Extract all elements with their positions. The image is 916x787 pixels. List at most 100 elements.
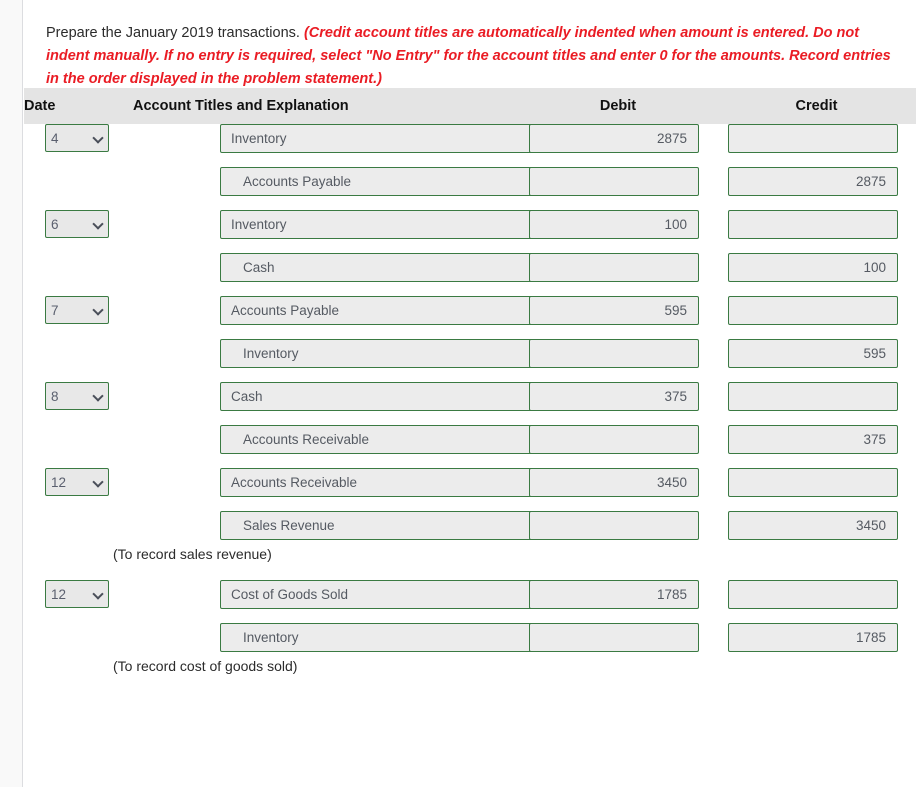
date-select-value: n. 8 [46,388,59,404]
row-spacer [24,153,916,167]
cell-date: n. 8 [24,382,133,411]
entry-spacer [24,196,916,210]
cell-credit: 595 [717,339,916,368]
instructions-paragraph: Prepare the January 2019 transactions. (… [46,22,898,91]
credit-amount-input[interactable] [728,124,898,153]
date-select-value: n. 12 [46,474,67,490]
debit-amount-input[interactable] [529,511,699,540]
cell-account: Accounts Payable [133,167,582,196]
debit-amount-input[interactable] [529,425,699,454]
cell-date [24,339,133,368]
cell-debit [519,339,717,368]
date-select[interactable]: n. 12 [45,580,109,608]
debit-amount-input[interactable] [529,623,699,652]
credit-amount-input[interactable]: 3450 [728,511,898,540]
row-spacer [24,325,916,339]
date-select-value: n. 12 [46,586,67,602]
row-spacer-cell [24,325,916,339]
debit-amount-input[interactable]: 375 [529,382,699,411]
date-select[interactable]: n. 7 [45,296,109,324]
entry-spacer-cell [24,566,916,580]
date-select-value: n. 4 [46,130,59,146]
chevron-down-icon [94,477,104,487]
column-header-debit: Debit [519,88,717,124]
cell-account: Inventory [133,124,582,153]
credit-amount-input[interactable]: 595 [728,339,898,368]
row-spacer-cell [24,239,916,253]
entry-spacer-cell [24,368,916,382]
credit-amount-input[interactable] [728,210,898,239]
cell-debit [519,511,717,540]
row-spacer [24,239,916,253]
table-row: Sales Revenue 3450 [24,511,916,540]
entry-spacer [24,282,916,296]
debit-amount-input[interactable]: 3450 [529,468,699,497]
credit-amount-input[interactable]: 2875 [728,167,898,196]
credit-amount-input[interactable] [728,580,898,609]
table-row: Accounts Payable 2875 [24,167,916,196]
cell-debit [519,167,717,196]
table-header-row: Date Account Titles and Explanation Debi… [24,88,916,124]
table-row: n. 8 Cash375 [24,382,916,411]
cell-account: Inventory [133,210,582,239]
debit-amount-input[interactable]: 1785 [529,580,699,609]
memo-row: (To record sales revenue) [24,540,916,566]
cell-date: n. 4 [24,124,133,153]
chevron-down-icon [94,219,104,229]
cell-credit [717,296,916,325]
date-select[interactable]: n. 6 [45,210,109,238]
cell-account: Sales Revenue [133,511,582,540]
cell-credit: 2875 [717,167,916,196]
table-row: n. 4 Inventory2875 [24,124,916,153]
credit-amount-input[interactable]: 1785 [728,623,898,652]
cell-debit [519,253,717,282]
debit-amount-input[interactable] [529,253,699,282]
credit-amount-input[interactable]: 375 [728,425,898,454]
table-row: n. 6 Inventory100 [24,210,916,239]
cell-credit: 375 [717,425,916,454]
cell-debit: 375 [519,382,717,411]
credit-amount-input[interactable] [728,468,898,497]
cell-credit [717,468,916,497]
row-spacer [24,609,916,623]
cell-memo: (To record cost of goods sold) [24,652,916,678]
cell-credit: 100 [717,253,916,282]
row-spacer-cell [24,153,916,167]
cell-credit: 1785 [717,623,916,652]
entry-spacer [24,368,916,382]
cell-account: Cash [133,253,582,282]
chevron-down-icon [94,133,104,143]
table-header: Date Account Titles and Explanation Debi… [24,88,916,124]
date-select[interactable]: n. 12 [45,468,109,496]
table-row: n. 7 Accounts Payable595 [24,296,916,325]
cell-debit: 100 [519,210,717,239]
cell-credit [717,382,916,411]
credit-amount-input[interactable]: 100 [728,253,898,282]
table-row: Accounts Receivable 375 [24,425,916,454]
debit-amount-input[interactable]: 100 [529,210,699,239]
column-header-account: Account Titles and Explanation [133,88,519,124]
table-body: n. 4Inventory2875Accounts Payable2875n. … [24,124,916,692]
credit-amount-input[interactable] [728,382,898,411]
cell-memo: (To record sales revenue) [24,540,916,566]
memo-text: (To record cost of goods sold) [113,658,298,674]
credit-amount-input[interactable] [728,296,898,325]
chevron-down-icon [94,589,104,599]
debit-amount-input[interactable]: 2875 [529,124,699,153]
table-row: n. 12 Accounts Receivable3450 [24,468,916,497]
table-row: Inventory 1785 [24,623,916,652]
cell-debit [519,425,717,454]
entry-spacer-cell [24,196,916,210]
debit-amount-input[interactable] [529,167,699,196]
journal-entry-table: Date Account Titles and Explanation Debi… [24,88,916,692]
cell-account: Accounts Receivable [133,468,582,497]
chevron-down-icon [94,391,104,401]
cell-account: Accounts Receivable [133,425,582,454]
debit-amount-input[interactable] [529,339,699,368]
debit-amount-input[interactable]: 595 [529,296,699,325]
table-row: Inventory 595 [24,339,916,368]
cell-account: Inventory [133,623,582,652]
table-row: Cash 100 [24,253,916,282]
date-select[interactable]: n. 4 [45,124,109,152]
date-select[interactable]: n. 8 [45,382,109,410]
